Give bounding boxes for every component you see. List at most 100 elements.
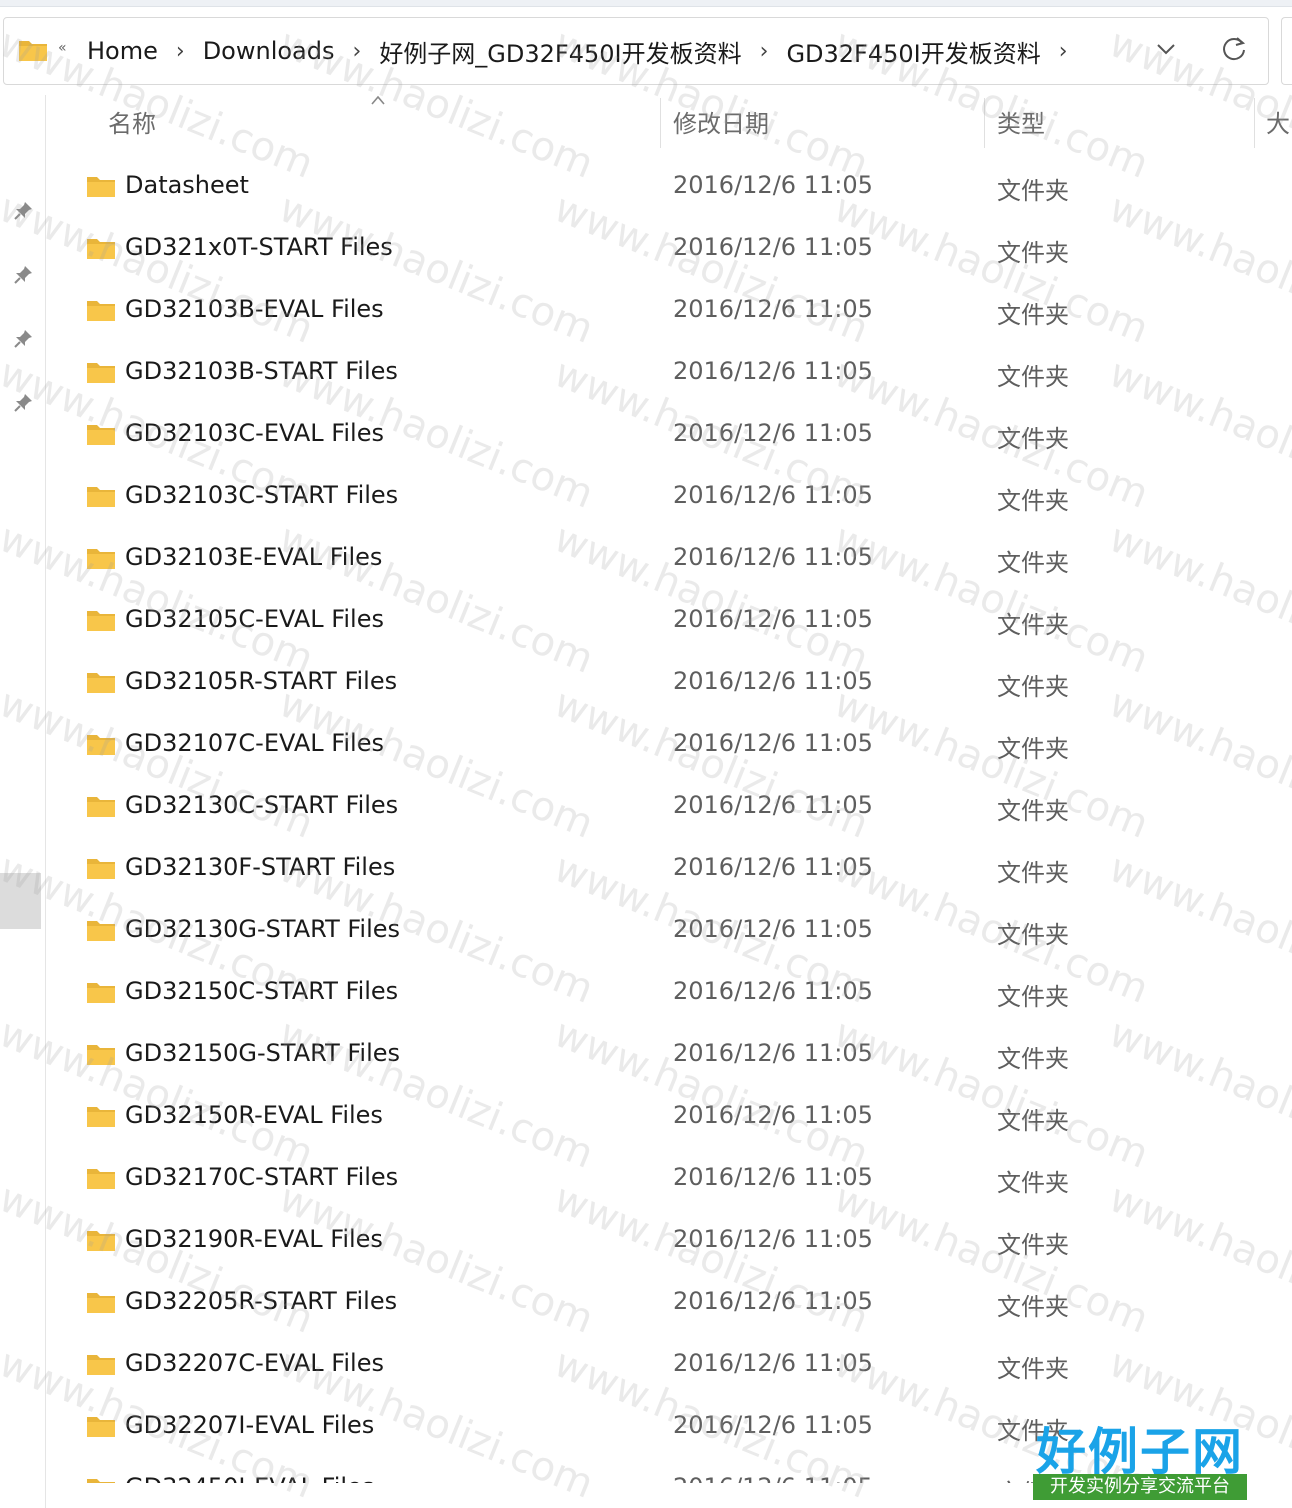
column-header-name[interactable]: 名称 <box>108 104 156 148</box>
file-row[interactable]: GD32103B-EVAL Files 2016/12/6 11:05 文件夹 <box>46 281 1292 343</box>
chevron-down-icon[interactable] <box>1155 38 1177 60</box>
file-type: 文件夹 <box>997 549 1069 577</box>
file-name[interactable]: GD32105R-START Files <box>125 667 397 695</box>
breadcrumb-separator-icon[interactable]: › <box>1059 39 1068 64</box>
file-row[interactable]: GD321x0T-START Files 2016/12/6 11:05 文件夹 <box>46 219 1292 281</box>
file-name[interactable]: GD32103B-START Files <box>125 357 398 385</box>
file-type: 文件夹 <box>997 611 1069 639</box>
file-name[interactable]: GD32150G-START Files <box>125 1039 400 1067</box>
file-name[interactable]: GD32103E-EVAL Files <box>125 543 382 571</box>
file-row[interactable]: GD32130F-START Files 2016/12/6 11:05 文件夹 <box>46 839 1292 901</box>
file-row[interactable]: GD32105R-START Files 2016/12/6 11:05 文件夹 <box>46 653 1292 715</box>
file-name[interactable]: GD32450I-EVAL Files <box>125 1473 374 1483</box>
folder-icon <box>86 174 116 198</box>
file-name[interactable]: GD32130C-START Files <box>125 791 398 819</box>
breadcrumb-current-folder[interactable]: GD32F450I开发板资料 <box>786 34 1040 69</box>
file-name[interactable]: GD32150C-START Files <box>125 977 398 1005</box>
file-name[interactable]: GD321x0T-START Files <box>125 233 393 261</box>
column-header-size[interactable]: 大 <box>1266 104 1290 148</box>
file-row[interactable]: GD32150R-EVAL Files 2016/12/6 11:05 文件夹 <box>46 1087 1292 1149</box>
column-header-type[interactable]: 类型 <box>997 104 1045 148</box>
file-name[interactable]: GD32190R-EVAL Files <box>125 1225 383 1253</box>
file-type: 文件夹 <box>997 425 1069 453</box>
file-row[interactable]: GD32105C-EVAL Files 2016/12/6 11:05 文件夹 <box>46 591 1292 653</box>
pin-icon[interactable] <box>12 200 34 222</box>
logo-subtitle: 开发实例分享交流平台 <box>1033 1474 1247 1500</box>
pin-icon[interactable] <box>12 392 34 414</box>
file-name[interactable]: GD32170C-START Files <box>125 1163 398 1191</box>
column-divider[interactable] <box>660 98 661 148</box>
file-name[interactable]: GD32130F-START Files <box>125 853 395 881</box>
navigation-pane[interactable] <box>0 95 46 1508</box>
file-type: 文件夹 <box>997 1293 1069 1321</box>
folder-icon <box>86 608 116 632</box>
file-row[interactable]: GD32150G-START Files 2016/12/6 11:05 文件夹 <box>46 1025 1292 1087</box>
file-date-modified: 2016/12/6 11:05 <box>673 295 873 323</box>
file-row[interactable]: GD32130G-START Files 2016/12/6 11:05 文件夹 <box>46 901 1292 963</box>
file-name[interactable]: GD32103B-EVAL Files <box>125 295 384 323</box>
file-date-modified: 2016/12/6 11:05 <box>673 1411 873 1439</box>
column-divider[interactable] <box>984 98 985 148</box>
navigation-scrollbar-thumb[interactable] <box>0 873 41 929</box>
file-list: Datasheet 2016/12/6 11:05 文件夹 GD321x0T-STAR… <box>46 157 1292 1483</box>
breadcrumb-downloads[interactable]: Downloads <box>203 37 335 65</box>
breadcrumb-parent-folder[interactable]: 好例子网_GD32F450I开发板资料 <box>379 34 741 69</box>
column-header-date-modified[interactable]: 修改日期 <box>673 104 769 148</box>
file-row[interactable]: GD32103C-START Files 2016/12/6 11:05 文件夹 <box>46 467 1292 529</box>
file-date-modified: 2016/12/6 11:05 <box>673 729 873 757</box>
search-box-edge[interactable] <box>1281 17 1292 85</box>
breadcrumb-separator-icon[interactable]: › <box>353 39 362 64</box>
file-type: 文件夹 <box>997 1169 1069 1197</box>
folder-icon <box>86 484 116 508</box>
file-name[interactable]: GD32105C-EVAL Files <box>125 605 384 633</box>
file-row[interactable]: GD32207C-EVAL Files 2016/12/6 11:05 文件夹 <box>46 1335 1292 1397</box>
file-type: 文件夹 <box>997 797 1069 825</box>
file-row[interactable]: GD32190R-EVAL Files 2016/12/6 11:05 文件夹 <box>46 1211 1292 1273</box>
folder-icon <box>86 1414 116 1438</box>
file-name[interactable]: GD32107C-EVAL Files <box>125 729 384 757</box>
file-name[interactable]: GD32207C-EVAL Files <box>125 1349 384 1377</box>
file-name[interactable]: GD32130G-START Files <box>125 915 400 943</box>
file-row[interactable]: GD32170C-START Files 2016/12/6 11:05 文件夹 <box>46 1149 1292 1211</box>
file-date-modified: 2016/12/6 11:05 <box>673 357 873 385</box>
sort-ascending-icon <box>371 95 385 105</box>
file-date-modified: 2016/12/6 11:05 <box>673 233 873 261</box>
folder-icon <box>86 980 116 1004</box>
breadcrumb-separator-icon[interactable]: › <box>760 39 769 64</box>
file-type: 文件夹 <box>997 363 1069 391</box>
folder-icon <box>86 670 116 694</box>
folder-icon <box>86 1042 116 1066</box>
pin-icon[interactable] <box>12 328 34 350</box>
file-name[interactable]: GD32150R-EVAL Files <box>125 1101 383 1129</box>
folder-icon <box>86 422 116 446</box>
folder-icon <box>86 794 116 818</box>
file-date-modified: 2016/12/6 11:05 <box>673 853 873 881</box>
breadcrumb: Home › Downloads › 好例子网_GD32F450I开发板资料 ›… <box>87 33 1068 69</box>
file-row[interactable]: GD32130C-START Files 2016/12/6 11:05 文件夹 <box>46 777 1292 839</box>
file-row[interactable]: GD32103E-EVAL Files 2016/12/6 11:05 文件夹 <box>46 529 1292 591</box>
file-row[interactable]: GD32107C-EVAL Files 2016/12/6 11:05 文件夹 <box>46 715 1292 777</box>
breadcrumb-separator-icon[interactable]: › <box>176 39 185 64</box>
folder-icon <box>86 732 116 756</box>
pin-icon[interactable] <box>12 264 34 286</box>
file-name[interactable]: GD32103C-EVAL Files <box>125 419 384 447</box>
file-name[interactable]: GD32207I-EVAL Files <box>125 1411 374 1439</box>
column-divider[interactable] <box>1254 98 1255 148</box>
file-date-modified: 2016/12/6 11:05 <box>673 1287 873 1315</box>
breadcrumb-overflow-button[interactable]: « <box>58 40 67 56</box>
file-row[interactable]: GD32150C-START Files 2016/12/6 11:05 文件夹 <box>46 963 1292 1025</box>
file-type: 文件夹 <box>997 1231 1069 1259</box>
file-row[interactable]: GD32103B-START Files 2016/12/6 11:05 文件夹 <box>46 343 1292 405</box>
file-name[interactable]: Datasheet <box>125 171 249 199</box>
file-row[interactable]: GD32103C-EVAL Files 2016/12/6 11:05 文件夹 <box>46 405 1292 467</box>
folder-icon <box>86 298 116 322</box>
folder-icon <box>86 918 116 942</box>
file-name[interactable]: GD32205R-START Files <box>125 1287 397 1315</box>
refresh-icon[interactable] <box>1220 34 1248 62</box>
file-name[interactable]: GD32103C-START Files <box>125 481 398 509</box>
file-row[interactable]: Datasheet 2016/12/6 11:05 文件夹 <box>46 157 1292 219</box>
file-date-modified: 2016/12/6 11:05 <box>673 171 873 199</box>
breadcrumb-home[interactable]: Home <box>87 37 158 65</box>
file-row[interactable]: GD32205R-START Files 2016/12/6 11:05 文件夹 <box>46 1273 1292 1335</box>
folder-icon <box>86 236 116 260</box>
